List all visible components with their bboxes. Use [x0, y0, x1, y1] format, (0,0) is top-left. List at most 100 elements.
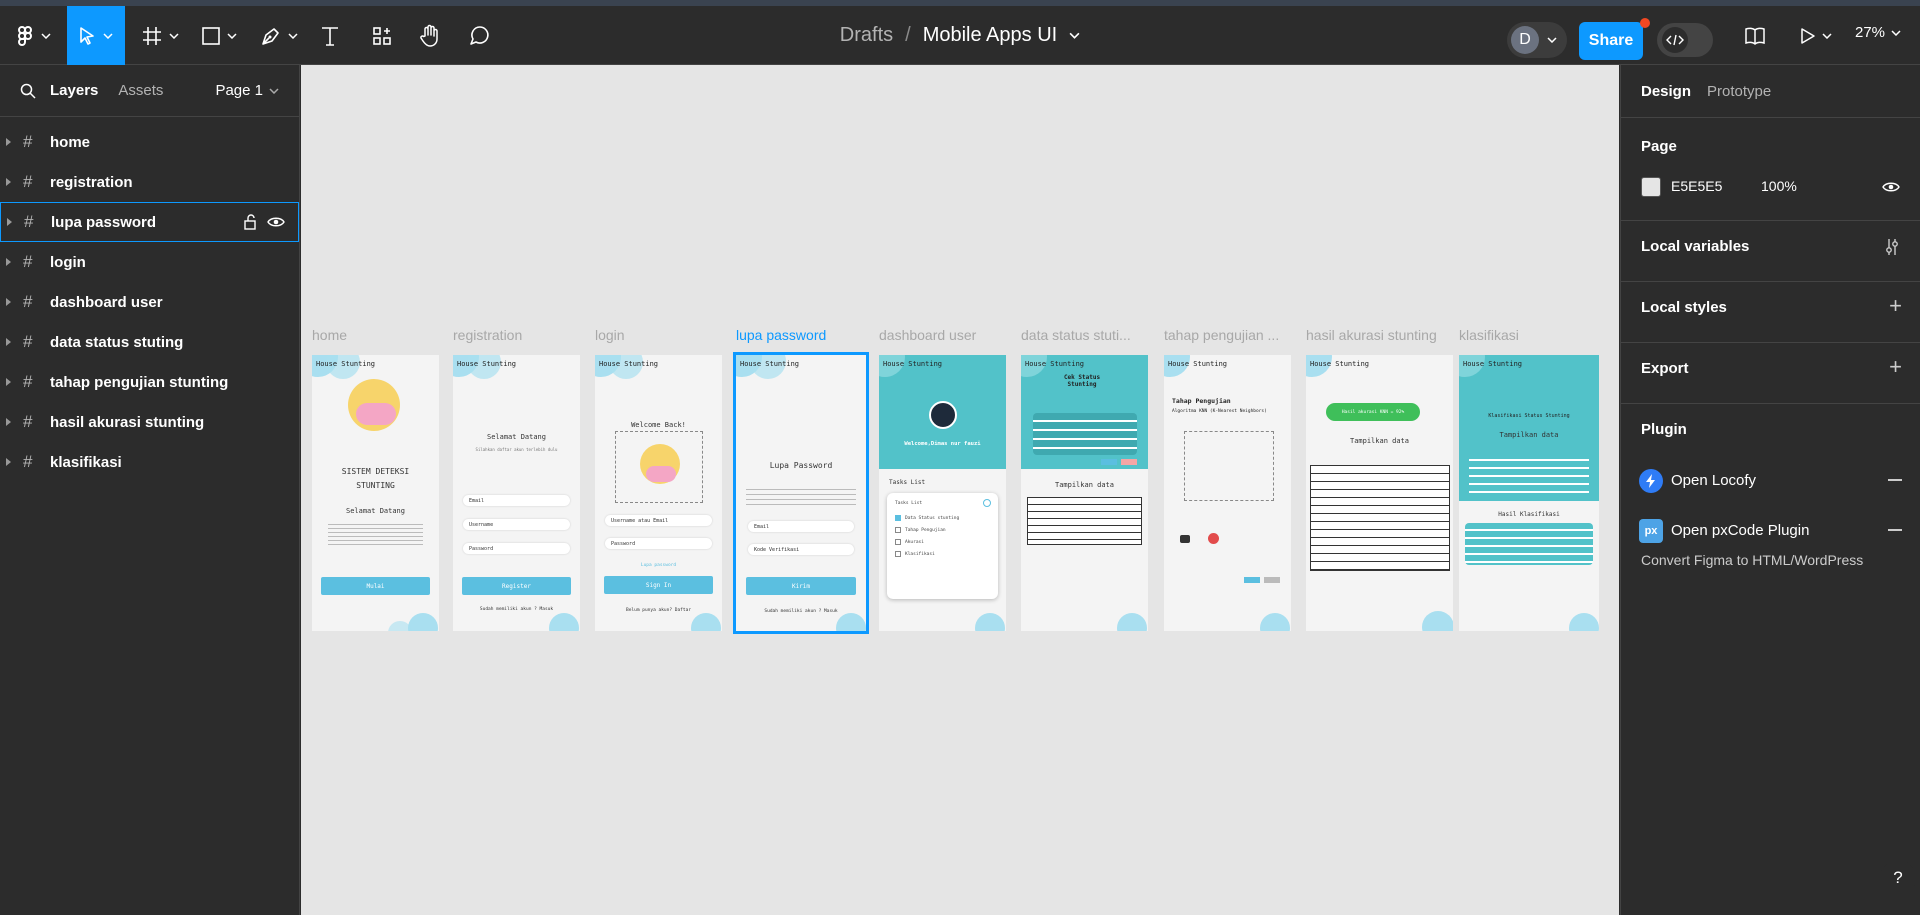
dev-mode-toggle[interactable]: [1657, 23, 1713, 57]
add-style-icon[interactable]: +: [1889, 293, 1902, 319]
sign-in-button[interactable]: Sign In: [604, 576, 713, 594]
share-button[interactable]: Share: [1579, 22, 1643, 60]
send-button[interactable]: Kirim: [746, 577, 856, 595]
file-name[interactable]: Mobile Apps UI: [923, 24, 1058, 47]
variables-icon[interactable]: [1885, 238, 1899, 256]
comment-tool-button[interactable]: [466, 6, 494, 65]
library-button[interactable]: [1741, 6, 1769, 65]
layer-login[interactable]: # login: [0, 242, 299, 282]
add-task-icon[interactable]: [983, 499, 991, 507]
tab-prototype[interactable]: Prototype: [1707, 83, 1771, 100]
frame-dashboard-user[interactable]: House Stunting Welcome,Dimas nur fauzi T…: [879, 355, 1006, 631]
process-button[interactable]: [1101, 459, 1117, 465]
search-icon[interactable]: [20, 83, 36, 99]
main-menu-button[interactable]: [14, 6, 54, 65]
reset-button[interactable]: [1121, 459, 1137, 465]
page-color-value[interactable]: E5E5E5: [1671, 178, 1722, 194]
frame-label-data-status[interactable]: data status stuti...: [1021, 327, 1146, 343]
verification-code-field[interactable]: Kode Verifikasi: [748, 544, 854, 555]
page-selector[interactable]: Page 1: [215, 82, 279, 99]
canvas[interactable]: home registration login lupa password da…: [301, 65, 1619, 915]
frame-tahap-pengujian[interactable]: House Stunting Tahap Pengujian Algoritma…: [1164, 355, 1291, 631]
frame-data-status[interactable]: House Stunting Cek Status Stunting Tampi…: [1021, 355, 1148, 631]
password-field[interactable]: Password: [463, 543, 570, 554]
unlock-icon[interactable]: [244, 214, 258, 230]
frame-home[interactable]: House Stunting SISTEM DETEKSI STUNTING S…: [312, 355, 439, 631]
frame-klasifikasi[interactable]: House Stunting Klasifikasi Status Stunti…: [1459, 355, 1599, 631]
frame-tool-button[interactable]: [140, 6, 180, 65]
open-pxcode-link[interactable]: Open pxCode Plugin: [1671, 522, 1809, 539]
email-field[interactable]: Email: [463, 495, 570, 506]
tab-design[interactable]: Design: [1641, 83, 1691, 100]
zoom-menu[interactable]: 27%: [1855, 24, 1901, 41]
expand-icon[interactable]: [6, 178, 11, 186]
expand-icon[interactable]: [6, 258, 11, 266]
frame-label-registration[interactable]: registration: [453, 327, 563, 343]
task-item[interactable]: Tahap Pengujian: [905, 528, 946, 533]
frame-label-hasil-akurasi[interactable]: hasil akurasi stunting: [1306, 327, 1451, 343]
remove-icon[interactable]: [1888, 479, 1902, 481]
frame-login[interactable]: House Stunting Welcome Back! Username at…: [595, 355, 722, 631]
forgot-password-link[interactable]: Lupa password: [595, 563, 722, 568]
registration-footer[interactable]: Sudah memiliki akun ? Masuk: [453, 607, 580, 612]
eye-icon[interactable]: [267, 215, 285, 229]
password-field[interactable]: Password: [605, 538, 712, 549]
add-export-icon[interactable]: +: [1889, 354, 1902, 380]
expand-icon[interactable]: [6, 138, 11, 146]
status-form[interactable]: [1033, 413, 1137, 455]
page-opacity-value[interactable]: 100%: [1761, 178, 1797, 194]
frame-label-tahap-pengujian[interactable]: tahap pengujian ...: [1164, 327, 1289, 343]
username-field[interactable]: Username: [463, 519, 570, 530]
remove-icon[interactable]: [1888, 529, 1902, 531]
register-button[interactable]: Register: [462, 577, 571, 595]
frame-registration[interactable]: House Stunting Selamat Datang Silahkan d…: [453, 355, 580, 631]
hand-tool-button[interactable]: [416, 6, 444, 65]
reset-button[interactable]: [1264, 577, 1280, 583]
local-variables-title[interactable]: Local variables: [1641, 238, 1749, 255]
task-item[interactable]: Data Status stunting: [905, 516, 959, 521]
frame-label-dashboard-user[interactable]: dashboard user: [879, 327, 1004, 343]
home-start-button[interactable]: Mulai: [321, 577, 430, 595]
expand-icon[interactable]: [6, 338, 11, 346]
present-button[interactable]: [1796, 6, 1836, 65]
email-field[interactable]: Email: [748, 521, 854, 532]
shape-tool-button[interactable]: [198, 6, 240, 65]
frame-label-home[interactable]: home: [312, 327, 422, 343]
frame-hasil-akurasi[interactable]: House Stunting Hasil akurasi KNN = 92% T…: [1306, 355, 1453, 631]
layer-data-status-stuting[interactable]: # data status stuting: [0, 322, 299, 362]
page-color-swatch[interactable]: [1641, 177, 1661, 197]
layer-hasil-akurasi-stunting[interactable]: # hasil akurasi stunting: [0, 402, 299, 442]
frame-label-klasifikasi[interactable]: klasifikasi: [1459, 327, 1579, 343]
task-item[interactable]: Klasifikasi: [905, 552, 935, 557]
klasifikasi-form[interactable]: [1469, 453, 1589, 493]
camera-icon[interactable]: [1180, 535, 1190, 543]
layer-dashboard-user[interactable]: # dashboard user: [0, 282, 299, 322]
expand-icon[interactable]: [6, 418, 11, 426]
frame-label-login[interactable]: login: [595, 327, 705, 343]
expand-icon[interactable]: [6, 378, 11, 386]
layer-tahap-pengujian-stunting[interactable]: # tahap pengujian stunting: [0, 362, 299, 402]
expand-icon[interactable]: [6, 458, 11, 466]
text-tool-button[interactable]: [316, 6, 344, 65]
frame-label-lupa-password[interactable]: lupa password: [736, 327, 851, 343]
expand-icon[interactable]: [6, 298, 11, 306]
breadcrumb-drafts[interactable]: Drafts: [840, 24, 893, 47]
layer-klasifikasi[interactable]: # klasifikasi: [0, 442, 299, 482]
process-button[interactable]: [1244, 577, 1260, 583]
eye-icon[interactable]: [1882, 180, 1900, 194]
username-email-field[interactable]: Username atau Email: [605, 515, 712, 526]
layer-lupa-password[interactable]: # lupa password: [0, 202, 299, 242]
tab-layers[interactable]: Layers: [50, 82, 98, 99]
expand-icon[interactable]: [7, 218, 12, 226]
tab-assets[interactable]: Assets: [118, 82, 163, 99]
upload-icon[interactable]: [1208, 533, 1219, 544]
avatar-menu[interactable]: D: [1507, 22, 1567, 58]
layer-home[interactable]: # home: [0, 122, 299, 162]
chevron-down-icon[interactable]: [1069, 32, 1080, 39]
frame-lupa-password[interactable]: House Stunting Lupa Password Email Kode …: [733, 352, 869, 634]
upload-area[interactable]: [1184, 431, 1274, 501]
layer-registration[interactable]: # registration: [0, 162, 299, 202]
help-button[interactable]: ?: [1880, 860, 1916, 896]
open-locofy-link[interactable]: Open Locofy: [1671, 472, 1756, 489]
resources-tool-button[interactable]: [368, 6, 396, 65]
